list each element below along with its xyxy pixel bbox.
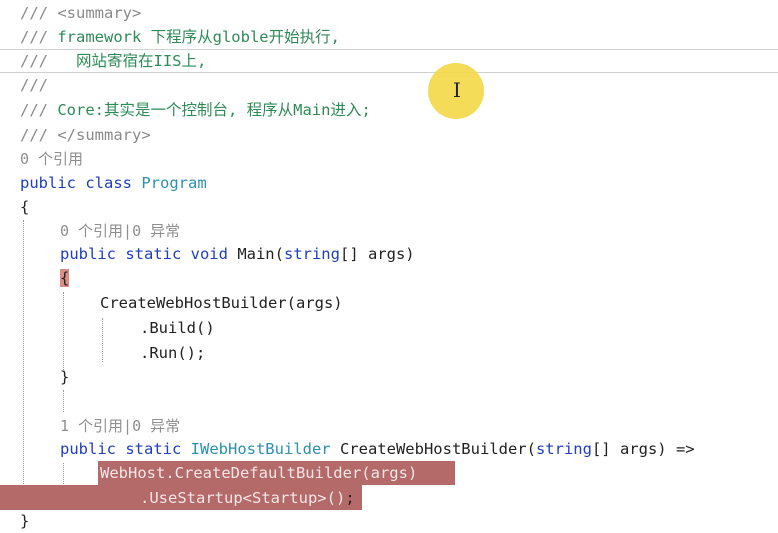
code-line-11: public static void Main(string[] args) — [60, 242, 415, 266]
code-line-3: /// 网站寄宿在IIS上, — [20, 49, 206, 73]
method-call: CreateWebHostBuilder(args) — [100, 294, 343, 312]
code-line-15: .Run(); — [140, 341, 205, 365]
selected-code: WebHost.CreateDefaultBuilder(args) — [100, 464, 418, 482]
close-brace: } — [60, 368, 70, 386]
comment-prefix: /// — [20, 101, 58, 119]
code-line-16: } — [60, 365, 69, 389]
code-line-9: { — [20, 195, 29, 219]
comment-text: 网站寄宿在IIS上, — [76, 52, 207, 70]
keyword: string — [535, 440, 592, 458]
code-line-14: .Build() — [140, 316, 215, 340]
comment-text: framework 下程序从globle开始执行, — [57, 28, 340, 46]
interface-name: IWebHostBuilder — [190, 440, 331, 458]
open-brace: { — [20, 198, 30, 216]
code-line-1: /// <summary> — [20, 1, 141, 25]
class-name: Program — [141, 174, 207, 192]
comment-prefix: /// — [20, 76, 48, 94]
comment-prefix: /// — [20, 52, 76, 70]
method-call: .Build() — [140, 319, 215, 337]
comment-prefix: /// — [20, 28, 58, 46]
parameters: [] args) — [339, 245, 415, 263]
keyword: public static — [60, 440, 191, 458]
matched-brace: { — [60, 269, 70, 287]
code-line-12: { — [60, 266, 70, 290]
keyword: public class — [20, 174, 142, 192]
close-brace: } — [20, 512, 30, 530]
indent-guide — [23, 220, 24, 510]
doc-comment: /// </summary> — [20, 126, 151, 144]
code-line-21: } — [20, 509, 29, 533]
code-line-18: public static IWebHostBuilder CreateWebH… — [60, 437, 695, 461]
keyword: public static void — [60, 245, 238, 263]
method-name: Main( — [237, 245, 284, 263]
indent-guide — [102, 318, 103, 362]
keyword: string — [283, 245, 340, 263]
indent-guide — [63, 390, 64, 412]
semicolon: ; — [345, 489, 355, 507]
code-line-6: /// </summary> — [20, 123, 151, 147]
selected-code: .UseStartup<Startup>() — [140, 489, 346, 507]
codelens-references[interactable]: 1 个引用|0 异常 — [60, 414, 180, 438]
code-line-13: CreateWebHostBuilder(args) — [100, 291, 343, 315]
codelens-text[interactable]: 0 个引用|0 异常 — [60, 222, 180, 240]
method-call: .Run(); — [140, 344, 206, 362]
codelens-text[interactable]: 0 个引用 — [20, 150, 83, 168]
indent-guide — [63, 292, 64, 372]
code-line-2: /// framework 下程序从globle开始执行, — [20, 25, 340, 49]
codelens-text[interactable]: 1 个引用|0 异常 — [60, 417, 180, 435]
codelens-references[interactable]: 0 个引用|0 异常 — [60, 219, 180, 243]
code-line-4: /// — [20, 73, 48, 97]
code-line-19: WebHost.CreateDefaultBuilder(args) — [100, 461, 417, 485]
parameters: [] args) => — [591, 440, 695, 458]
comment-text: Core:其实是一个控制台, 程序从Main进入; — [57, 101, 371, 119]
code-line-5: /// Core:其实是一个控制台, 程序从Main进入; — [20, 98, 371, 122]
code-line-8: public class Program — [20, 171, 207, 195]
i-beam-cursor-icon: I — [453, 78, 461, 102]
method-name: CreateWebHostBuilder( — [330, 440, 536, 458]
codelens-references[interactable]: 0 个引用 — [20, 147, 83, 171]
doc-comment: /// <summary> — [20, 4, 142, 22]
code-line-20: .UseStartup<Startup>(); — [140, 486, 355, 510]
code-editor[interactable]: /// <summary> /// framework 下程序从globle开始… — [0, 0, 778, 533]
